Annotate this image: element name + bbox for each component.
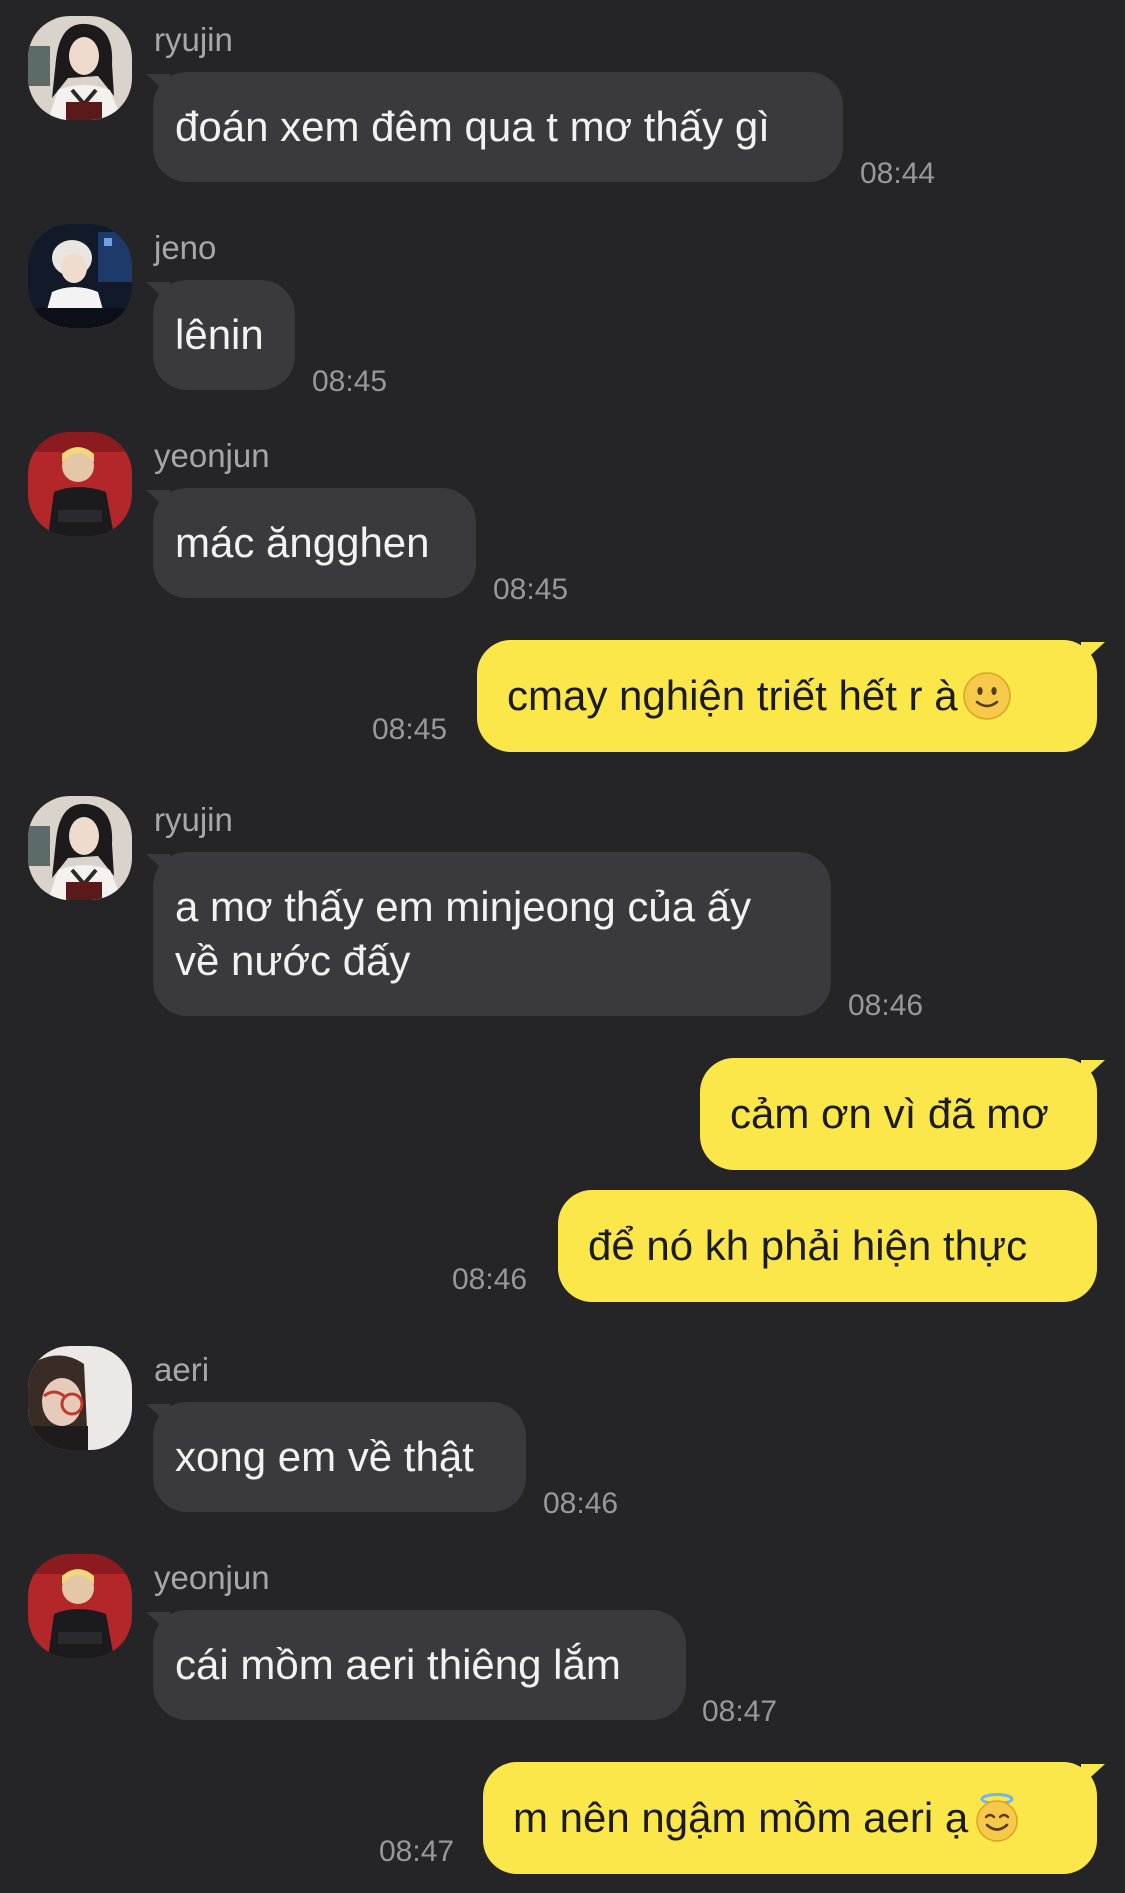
sender-name: yeonjun [154, 1559, 270, 1596]
message-time: 08:45 [372, 713, 448, 746]
bubble-tail [1081, 1764, 1105, 1786]
message-text-line: a mơ thấy em minjeong của ấy [175, 883, 752, 930]
sender-name: ryujin [154, 21, 233, 58]
avatar-ryujin-image [28, 16, 132, 120]
sender-name: yeonjun [154, 437, 270, 474]
message-time: 08:44 [860, 157, 936, 190]
message-bubble-incoming[interactable]: cái mồm aeri thiêng lắm [153, 1610, 686, 1720]
avatar-aeri-image [28, 1346, 132, 1450]
avatar-aeri[interactable] [28, 1346, 132, 1450]
message-text: cảm ơn vì đã mơ [730, 1090, 1049, 1137]
message-time: 08:47 [702, 1695, 778, 1728]
message-text: để nó kh phải hiện thực [588, 1222, 1028, 1269]
message-bubble-outgoing[interactable]: cảm ơn vì đã mơ [700, 1058, 1097, 1170]
message-time: 08:45 [493, 573, 569, 606]
message-text: xong em về thật [175, 1433, 474, 1480]
sender-name: ryujin [154, 801, 233, 838]
message-bubble-incoming[interactable]: đoán xem đêm qua t mơ thấy gì [153, 72, 843, 182]
avatar-ryujin-image [28, 796, 132, 900]
message-text-line: về nước đấy [175, 937, 411, 984]
avatar-yeonjun[interactable] [28, 432, 132, 536]
message-text: m nên ngậm mồm aeri ạ [513, 1794, 969, 1841]
message-text: lênin [175, 311, 264, 358]
message-bubble-outgoing[interactable]: cmay nghiện triết hết r à [477, 640, 1097, 752]
message-text: đoán xem đêm qua t mơ thấy gì [175, 103, 770, 150]
message-bubble-incoming[interactable]: xong em về thật [153, 1402, 526, 1512]
message-bubble-outgoing[interactable]: m nên ngậm mồm aeri ạ [483, 1762, 1097, 1874]
avatar-yeonjun-image [28, 1554, 132, 1658]
message-text: cái mồm aeri thiêng lắm [175, 1641, 621, 1688]
message-time: 08:47 [379, 1835, 455, 1868]
avatar-yeonjun-image [28, 432, 132, 536]
message-bubble-incoming[interactable]: a mơ thấy em minjeong của ấy về nước đấy [153, 852, 831, 1016]
bubble-tail [1081, 1060, 1105, 1082]
message-bubble-incoming[interactable]: lênin [153, 280, 295, 390]
message-bubble-incoming[interactable]: mác ăngghen [153, 488, 476, 598]
avatar-ryujin[interactable] [28, 16, 132, 120]
slightly-smiling-face-icon [962, 671, 1012, 721]
avatar-jeno[interactable] [28, 224, 132, 328]
message-bubble-outgoing[interactable]: để nó kh phải hiện thực [558, 1190, 1097, 1302]
message-text: mác ăngghen [175, 519, 430, 566]
avatar-yeonjun[interactable] [28, 1554, 132, 1658]
sender-name: aeri [154, 1351, 210, 1388]
message-time: 08:46 [452, 1263, 528, 1296]
sender-name: jeno [154, 229, 217, 266]
message-time: 08:46 [543, 1487, 619, 1520]
message-time: 08:45 [312, 365, 388, 398]
smiling-face-with-halo-icon [972, 1793, 1022, 1843]
avatar-ryujin[interactable] [28, 796, 132, 900]
message-text: a mơ thấy em minjeong của ấy về nước đấy [175, 852, 809, 1044]
message-time: 08:46 [848, 989, 924, 1022]
avatar-jeno-image [28, 224, 132, 328]
message-text: cmay nghiện triết hết r à [507, 672, 958, 719]
bubble-tail [1081, 642, 1105, 664]
